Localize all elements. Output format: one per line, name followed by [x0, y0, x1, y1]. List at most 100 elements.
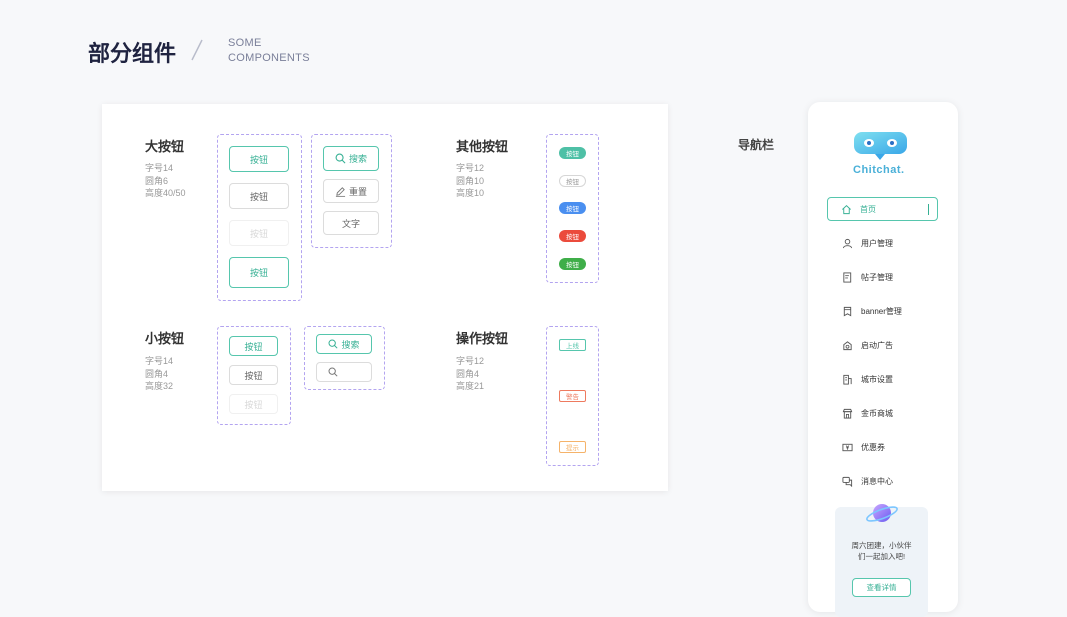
spec-line: 字号12: [456, 356, 485, 366]
large-disabled-button: 按钮: [229, 220, 289, 246]
shop-icon: [842, 408, 853, 419]
spec-line: 高度21: [456, 381, 485, 391]
sidebar-item-label: 优惠券: [861, 442, 885, 452]
sidebar-item-label: 用户管理: [861, 238, 893, 248]
pill-button-green[interactable]: 按钮: [559, 258, 586, 270]
button-label: 搜索: [341, 339, 360, 350]
spec-text: 字号12 圆角4 高度21: [456, 355, 484, 393]
button-label: 警告: [566, 394, 579, 401]
hint-button[interactable]: 提示: [559, 441, 586, 453]
button-label: 按钮: [566, 262, 579, 269]
sidebar-nav: Chitchat. 首页 用户管理 帖子管理 banner管理 启动广告 城市设…: [808, 102, 958, 617]
search-icon: [328, 339, 339, 349]
section-heading-other-buttons: 其他按钮: [456, 139, 509, 154]
button-label: 按钮: [249, 154, 268, 165]
spec-line: 字号14: [145, 356, 174, 366]
section-heading-large-buttons: 大按钮: [145, 139, 185, 154]
button-label: 重置: [348, 186, 367, 197]
subtitle-line: COMPONENTS: [228, 52, 310, 64]
section-heading-action-buttons: 操作按钮: [456, 331, 509, 346]
warning-button[interactable]: 警告: [559, 390, 586, 402]
online-button[interactable]: 上线: [559, 339, 586, 351]
edit-icon: [335, 186, 346, 197]
promo-line: 周六团建，小伙伴: [851, 541, 912, 550]
sidebar-item-messages[interactable]: 消息中心: [828, 469, 938, 493]
coupon-icon: [842, 443, 853, 451]
sidebar-item-ads[interactable]: 启动广告: [828, 333, 938, 357]
spec-line: 字号12: [456, 163, 485, 173]
small-default-button[interactable]: 按钮: [229, 365, 278, 385]
sidebar-item-banner[interactable]: banner管理: [828, 299, 938, 323]
ad-icon: [843, 340, 852, 350]
button-label: 按钮: [566, 234, 579, 241]
search-icon: [335, 153, 346, 164]
small-primary-button[interactable]: 按钮: [229, 336, 278, 356]
button-label: 按钮: [244, 399, 263, 410]
large-primary-button[interactable]: 按钮: [229, 146, 289, 172]
divider-slash: [191, 39, 203, 61]
sidebar-item-coupons[interactable]: 优惠券: [828, 435, 938, 459]
sidebar-item-label: 城市设置: [861, 374, 893, 384]
spec-text: 字号12 圆角10 高度10: [456, 162, 484, 200]
sidebar-item-home[interactable]: 首页: [827, 197, 938, 221]
button-label: 按钮: [244, 341, 263, 352]
spec-line: 圆角4: [145, 368, 169, 379]
spec-text: 字号14 圆角4 高度32: [145, 355, 173, 393]
brand-name: Chitchat.: [853, 164, 905, 176]
home-icon: [842, 204, 851, 214]
sidebar-item-label: 启动广告: [861, 340, 893, 350]
text-button[interactable]: 文字: [323, 211, 379, 235]
planet-icon: [866, 504, 898, 522]
pill-button-blue[interactable]: 按钮: [559, 202, 586, 214]
subtitle-line: SOME: [228, 37, 262, 49]
button-label: 按钮: [249, 228, 268, 239]
spec-line: 高度32: [145, 381, 174, 391]
reset-button[interactable]: 重置: [323, 179, 379, 203]
sidebar-item-label: 金币商城: [861, 408, 893, 418]
promo-text: 周六团建，小伙伴 们一起加入吧!: [835, 540, 928, 562]
banner-icon: [843, 306, 852, 316]
spec-line: 高度40/50: [145, 188, 186, 198]
sidebar-item-posts[interactable]: 帖子管理: [828, 265, 938, 289]
button-label: 按钮: [566, 179, 579, 186]
small-search-icon-button[interactable]: [316, 362, 372, 382]
post-icon: [843, 271, 852, 283]
city-icon: [843, 374, 852, 385]
spec-text: 字号14 圆角6 高度40/50: [145, 162, 186, 200]
button-label: 按钮: [566, 206, 579, 213]
view-details-button[interactable]: 查看详情: [852, 578, 911, 597]
button-label: 按钮: [249, 268, 268, 278]
sidebar-item-users[interactable]: 用户管理: [828, 231, 938, 255]
sidebar-item-label: banner管理: [861, 306, 902, 316]
large-primary-tall-button[interactable]: 按钮: [229, 257, 289, 288]
spec-line: 字号14: [145, 163, 174, 173]
search-icon: [328, 367, 338, 377]
pill-button-teal[interactable]: 按钮: [559, 147, 586, 159]
spec-line: 高度10: [456, 188, 485, 198]
button-label: 按钮: [249, 191, 268, 202]
message-icon: [842, 476, 853, 487]
button-label: 按钮: [566, 151, 579, 158]
spec-line: 圆角6: [145, 175, 169, 186]
components-card: 大按钮 字号14 圆角6 高度40/50 按钮 按钮 按钮 按钮 搜索 重置 文…: [102, 104, 668, 491]
sidebar-item-label: 首页: [860, 204, 876, 214]
promo-line: 们一起加入吧!: [857, 552, 906, 561]
small-disabled-button: 按钮: [229, 394, 278, 414]
button-label: 查看详情: [866, 583, 897, 592]
chitchat-logo-icon: [854, 132, 907, 160]
large-default-button[interactable]: 按钮: [229, 183, 289, 209]
button-label: 搜索: [348, 154, 367, 164]
pill-button-red[interactable]: 按钮: [559, 230, 586, 242]
nav-section-label: 导航栏: [738, 138, 775, 152]
large-search-button[interactable]: 搜索: [323, 146, 379, 171]
sidebar-item-city[interactable]: 城市设置: [828, 367, 938, 391]
button-label: 按钮: [244, 370, 263, 381]
user-icon: [842, 238, 853, 248]
active-indicator: [928, 204, 929, 215]
sidebar-item-shop[interactable]: 金币商城: [828, 401, 938, 425]
section-heading-small-buttons: 小按钮: [145, 331, 185, 346]
pill-button-outline[interactable]: 按钮: [559, 175, 586, 187]
button-label: 上线: [566, 343, 579, 350]
sidebar-item-label: 消息中心: [861, 476, 893, 486]
small-search-button[interactable]: 搜索: [316, 334, 372, 354]
